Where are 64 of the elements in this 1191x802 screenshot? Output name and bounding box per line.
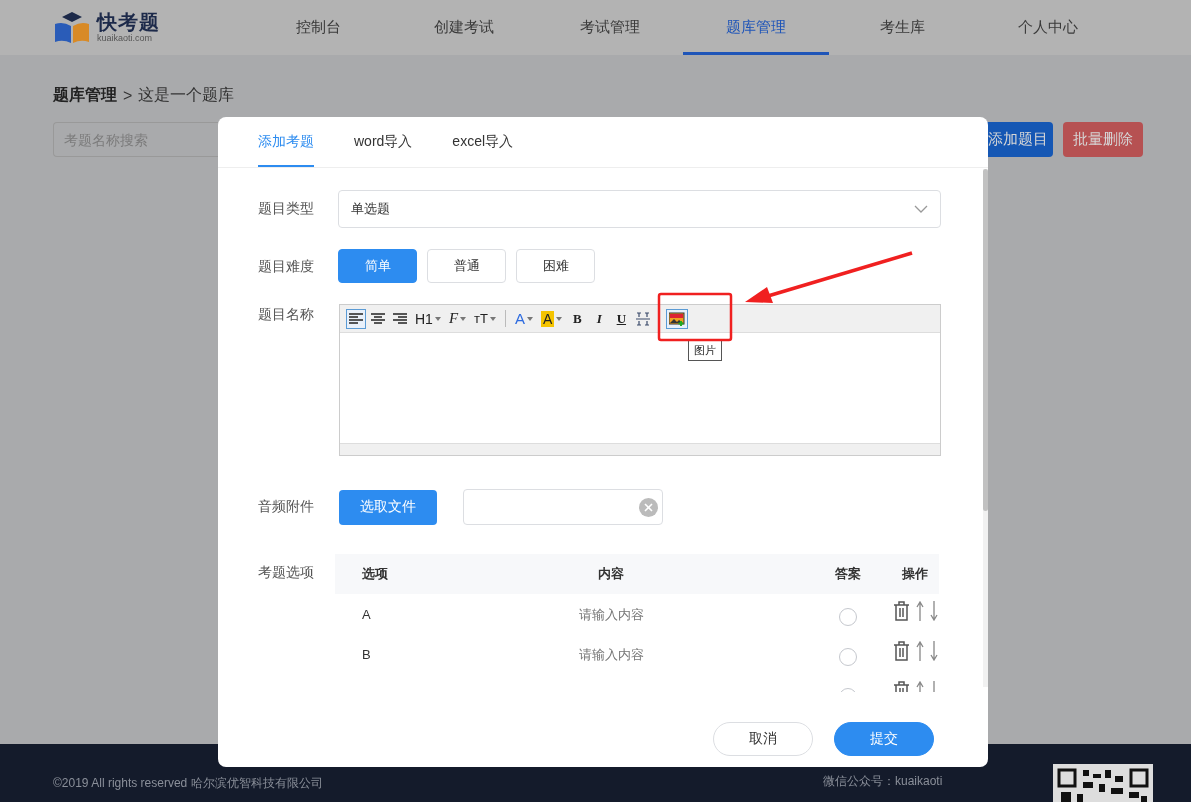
- caret-icon: [490, 316, 496, 321]
- field-label: 题目难度: [258, 257, 315, 276]
- file-field[interactable]: [463, 489, 663, 525]
- align-center-icon: [371, 312, 385, 325]
- column-header: 选项: [361, 565, 389, 583]
- font-size-dropdown[interactable]: ᴛT: [471, 308, 499, 329]
- font-dropdown[interactable]: F: [445, 308, 470, 329]
- font-color-dropdown[interactable]: A: [512, 308, 536, 329]
- scrollbar[interactable]: [983, 169, 988, 687]
- align-left-icon: [349, 312, 363, 325]
- copyright-text: ©2019 All rights reserved 哈尔滨优智科技有限公司: [53, 775, 323, 792]
- field-label: 音频附件: [258, 498, 315, 516]
- tab[interactable]: word导入: [354, 117, 413, 167]
- wechat-text: 微信公众号：kuaikaoti: [823, 773, 943, 790]
- align-left-button[interactable]: [346, 308, 366, 329]
- field-label: 题目类型: [258, 199, 315, 218]
- highlight-dropdown[interactable]: A: [538, 308, 566, 329]
- tooltip: 图片: [688, 340, 722, 361]
- move-down-icon[interactable]: [929, 641, 938, 661]
- caret-icon: [527, 316, 533, 321]
- cancel-button[interactable]: 取消: [713, 722, 813, 756]
- logo-name: 快考题: [97, 12, 160, 32]
- column-header: 操作: [902, 565, 928, 583]
- heading-dropdown[interactable]: H1: [412, 308, 444, 329]
- option-letter: B: [361, 646, 372, 662]
- caret-icon: [434, 316, 441, 321]
- move-down-icon[interactable]: [929, 601, 938, 621]
- column-header: 内容: [598, 565, 624, 583]
- nav-item[interactable]: 创建考试: [391, 0, 537, 55]
- strikethrough-icon: [636, 311, 651, 326]
- chevron-down-icon: [914, 205, 928, 213]
- breadcrumb-link[interactable]: 题库管理: [53, 85, 117, 106]
- option-letter: A: [361, 606, 372, 622]
- move-up-icon[interactable]: [915, 601, 924, 621]
- difficulty-button[interactable]: 普通: [427, 249, 506, 283]
- qr-code-icon: [1053, 764, 1153, 802]
- type-select[interactable]: 单选题: [338, 190, 941, 228]
- clear-icon: [639, 497, 658, 517]
- nav-item[interactable]: 考生库: [829, 0, 975, 55]
- image-button[interactable]: [666, 308, 689, 329]
- breadcrumb-current: 这是一个题库: [138, 85, 235, 105]
- column-header: 答案: [835, 565, 861, 583]
- italic-button[interactable]: I: [589, 308, 610, 329]
- caret-icon: [556, 316, 563, 321]
- logo-icon: [53, 11, 91, 44]
- logo-domain: kuaikaoti.com: [97, 34, 154, 43]
- field-label: 考题选项: [258, 563, 315, 582]
- nav-item[interactable]: 控制台: [245, 0, 391, 55]
- underline-button[interactable]: U: [611, 308, 632, 329]
- breadcrumb-separator: >: [123, 86, 133, 105]
- nav-item[interactable]: 考试管理: [537, 0, 683, 55]
- tab[interactable]: 添加考题: [258, 117, 314, 167]
- delete-button[interactable]: 批量删除: [1063, 122, 1143, 157]
- image-icon: [669, 311, 686, 326]
- delete-icon[interactable]: [892, 601, 910, 621]
- tab[interactable]: excel导入: [452, 117, 514, 167]
- field-label: 题目名称: [258, 305, 315, 324]
- difficulty-button[interactable]: 困难: [516, 249, 595, 283]
- delete-icon[interactable]: [892, 641, 910, 661]
- nav-item[interactable]: 个人中心: [975, 0, 1121, 55]
- bold-button[interactable]: B: [567, 308, 588, 329]
- align-right-icon: [393, 312, 407, 325]
- move-up-icon[interactable]: [915, 641, 924, 661]
- caret-icon: [460, 316, 467, 321]
